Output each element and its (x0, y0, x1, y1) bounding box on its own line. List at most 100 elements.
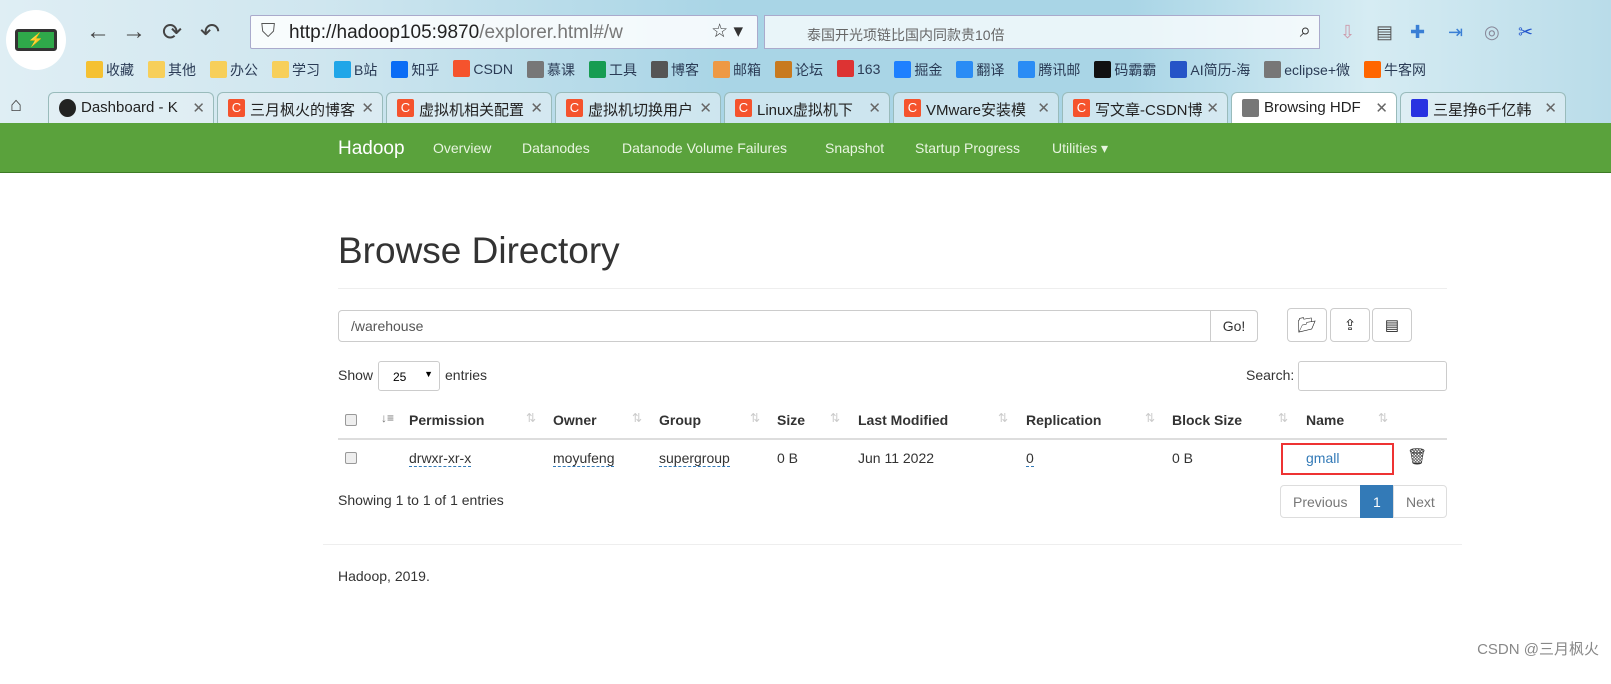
close-tab-icon[interactable]: ✕ (868, 99, 881, 117)
browser-tab[interactable]: C 写文章-CSDN博 ✕ (1062, 92, 1228, 123)
address-bar[interactable]: ⛉ http://hadoop105:9870/explorer.html#/w ☆… (250, 15, 758, 49)
close-tab-icon[interactable]: ✕ (1375, 99, 1388, 117)
trash-icon[interactable]: 🗑︎ (1407, 447, 1427, 467)
bookmark-item[interactable]: 办公 (210, 60, 258, 80)
bookmark-item[interactable]: 牛客网 (1364, 60, 1426, 80)
bookmark-item[interactable]: 知乎 (391, 60, 439, 80)
browser-tab[interactable]: Dashboard - K ✕ (48, 92, 214, 123)
page-1-button[interactable]: 1 (1360, 485, 1393, 518)
column-header[interactable]: Block Size (1172, 412, 1242, 428)
browser-tab[interactable]: 三星挣6千亿韩 ✕ (1400, 92, 1566, 123)
bookmark-label: 翻译 (976, 62, 1005, 78)
close-tab-icon[interactable]: ✕ (192, 99, 205, 117)
bookmark-item[interactable]: CSDN (453, 60, 513, 80)
bookmark-item[interactable]: 163 (837, 60, 880, 80)
bookmark-item[interactable]: 学习 (272, 60, 320, 80)
sort-icon[interactable]: ⇅ (998, 411, 1008, 425)
row-checkbox[interactable] (345, 452, 357, 464)
sort-icon[interactable]: ↓≡ (381, 411, 394, 425)
bookmark-item[interactable]: AI简历-海 (1170, 60, 1250, 80)
nav-datanodes[interactable]: Datanodes (522, 140, 590, 156)
browser-tab[interactable]: C 三月枫火的博客 ✕ (217, 92, 383, 123)
next-button[interactable]: Next (1393, 485, 1447, 518)
bookmark-item[interactable]: B站 (334, 60, 377, 80)
nav-snapshot[interactable]: Snapshot (825, 140, 884, 156)
close-tab-icon[interactable]: ✕ (361, 99, 374, 117)
star-icon[interactable]: ☆ ▾ (711, 20, 743, 43)
bookmark-item[interactable]: 翻译 (956, 60, 1004, 80)
cell-owner[interactable]: moyufeng (553, 450, 615, 467)
scissors-icon[interactable]: ✂ (1518, 22, 1533, 43)
bookmark-item[interactable]: 码霸霸 (1094, 60, 1156, 80)
sort-icon[interactable]: ⇅ (632, 411, 642, 425)
entries-label: entries (445, 367, 488, 383)
bookmark-item[interactable]: 论坛 (775, 60, 823, 80)
column-header[interactable]: Replication (1026, 412, 1101, 428)
sort-icon[interactable]: ⇅ (526, 411, 536, 425)
undo-icon[interactable]: ↶ (200, 18, 220, 47)
entries-select[interactable]: 25 ▼ (378, 361, 440, 391)
column-header[interactable]: Size (777, 412, 805, 428)
close-tab-icon[interactable]: ✕ (530, 99, 543, 117)
browser-tab[interactable]: Browsing HDF ✕ (1231, 92, 1397, 123)
bookmark-item[interactable]: 其他 (148, 60, 196, 80)
close-tab-icon[interactable]: ✕ (1037, 99, 1050, 117)
column-header[interactable]: Name (1306, 412, 1344, 428)
column-header[interactable]: Last Modified (858, 412, 948, 428)
nav-volume-failures[interactable]: Datanode Volume Failures (622, 140, 787, 156)
column-header[interactable]: Permission (409, 412, 484, 428)
bookmark-item[interactable]: 工具 (589, 60, 637, 80)
browser-logo[interactable]: ⚡ (6, 10, 66, 70)
bookmark-label: 慕课 (547, 62, 576, 78)
cell-group[interactable]: supergroup (659, 450, 730, 467)
bookmark-item[interactable]: 邮箱 (713, 60, 761, 80)
close-tab-icon[interactable]: ✕ (699, 99, 712, 117)
path-input[interactable]: /warehouse (338, 310, 1258, 342)
select-all-checkbox[interactable] (345, 414, 357, 426)
browser-tab[interactable]: C 虚拟机切换用户 ✕ (555, 92, 721, 123)
column-header[interactable]: Owner (553, 412, 597, 428)
refresh-icon[interactable]: ⟳ (162, 18, 182, 47)
sort-icon[interactable]: ⇅ (750, 411, 760, 425)
cell-name-link[interactable]: gmall (1306, 450, 1339, 466)
nav-utilities[interactable]: Utilities ▾ (1052, 140, 1108, 157)
extension-icon[interactable]: ✚ (1410, 22, 1425, 43)
ring-icon[interactable]: ◎ (1484, 22, 1500, 43)
bookmark-item[interactable]: 腾讯邮 (1018, 60, 1080, 80)
json-icon[interactable]: ▤ (1376, 22, 1393, 43)
bookmark-item[interactable]: 掘金 (894, 60, 942, 80)
close-tab-icon[interactable]: ✕ (1206, 99, 1219, 117)
sort-icon[interactable]: ⇅ (830, 411, 840, 425)
download-icon[interactable]: ⇩ (1340, 22, 1355, 43)
cell-permission[interactable]: drwxr-xr-x (409, 450, 472, 467)
table-search-input[interactable] (1298, 361, 1447, 391)
sort-icon[interactable]: ⇅ (1145, 411, 1155, 425)
back-icon[interactable]: ← (86, 18, 110, 46)
feather-favicon-icon (59, 99, 76, 117)
forward-icon[interactable]: → (122, 18, 146, 46)
sort-icon[interactable]: ⇅ (1378, 411, 1388, 425)
bookmark-item[interactable]: 博客 (651, 60, 699, 80)
bookmark-item[interactable]: 收藏 (86, 60, 134, 80)
previous-button[interactable]: Previous (1280, 485, 1361, 518)
go-button[interactable]: Go! (1210, 310, 1258, 342)
create-directory-button[interactable]: 📂︎ (1287, 308, 1327, 342)
navbar-brand[interactable]: Hadoop (338, 138, 405, 160)
search-icon[interactable]: ⌕ (1300, 20, 1311, 43)
cell-replication[interactable]: 0 (1026, 450, 1034, 467)
nav-overview[interactable]: Overview (433, 140, 491, 156)
column-header[interactable]: Group (659, 412, 701, 428)
browser-tab[interactable]: C 虚拟机相关配置 ✕ (386, 92, 552, 123)
search-box[interactable]: 泰国开光项链比国内同款贵10倍 ⌕ (764, 15, 1320, 49)
browser-tab[interactable]: C Linux虚拟机下 ✕ (724, 92, 890, 123)
upload-button[interactable]: ⇪ (1330, 308, 1370, 342)
browser-tab[interactable]: C VMware安装模 ✕ (893, 92, 1059, 123)
sort-icon[interactable]: ⇅ (1278, 411, 1288, 425)
device-icon[interactable]: ⇥ (1448, 22, 1463, 43)
bookmark-item[interactable]: 慕课 (527, 60, 575, 80)
close-tab-icon[interactable]: ✕ (1544, 99, 1557, 117)
cut-paste-button[interactable]: ▤ (1372, 308, 1412, 342)
home-icon[interactable]: ⌂ (10, 94, 22, 117)
nav-startup-progress[interactable]: Startup Progress (915, 140, 1020, 156)
bookmark-item[interactable]: eclipse+微 (1264, 60, 1350, 80)
